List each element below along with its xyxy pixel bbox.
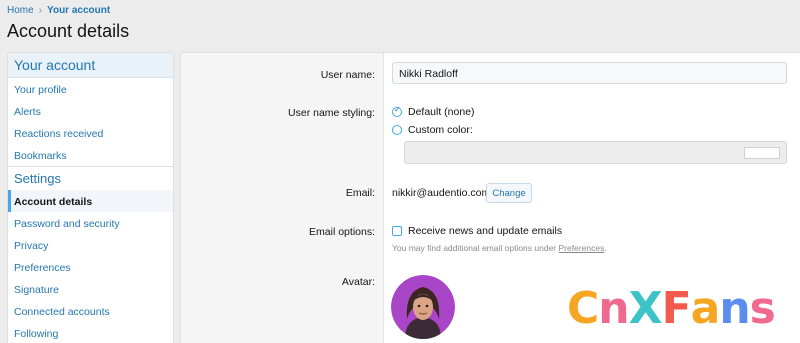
sidebar-item-signature[interactable]: Signature	[8, 278, 173, 300]
user-name-field[interactable]: Nikki Radloff	[392, 62, 787, 84]
sidebar-item-preferences[interactable]: Preferences	[8, 256, 173, 278]
sidebar-item-connected-accounts[interactable]: Connected accounts	[8, 300, 173, 322]
watermark-letter: X	[628, 283, 663, 334]
avatar[interactable]	[391, 275, 455, 339]
watermark-letter: s	[749, 283, 776, 334]
watermark-letter: n	[598, 283, 629, 334]
account-sidebar: Your account Your profile Alerts Reactio…	[7, 52, 174, 343]
email-value: nikkir@audentio.com	[392, 187, 491, 199]
watermark-letter: C	[567, 283, 599, 334]
custom-color-picker[interactable]	[404, 141, 787, 164]
checkbox-icon[interactable]	[392, 226, 402, 236]
sidebar-item-account-details[interactable]: Account details	[8, 190, 173, 212]
email-label: Email:	[345, 187, 375, 199]
sidebar-item-reactions-received[interactable]: Reactions received	[8, 122, 173, 144]
breadcrumb-current[interactable]: Your account	[47, 5, 110, 16]
sidebar-item-alerts[interactable]: Alerts	[8, 100, 173, 122]
styling-custom-label: Custom color:	[408, 124, 473, 136]
sidebar-item-privacy[interactable]: Privacy	[8, 234, 173, 256]
email-options-label: Email options:	[309, 226, 375, 238]
user-name-styling-label: User name styling:	[288, 107, 375, 119]
email-options-hint: You may find additional email options un…	[392, 243, 607, 253]
user-name-label: User name:	[320, 69, 375, 81]
sidebar-section-settings: Settings	[8, 166, 173, 190]
radio-checked-icon[interactable]	[392, 105, 402, 117]
receive-news-label: Receive news and update emails	[408, 225, 563, 237]
breadcrumb: Home › Your account	[7, 5, 110, 16]
breadcrumb-home[interactable]: Home	[7, 5, 34, 16]
hint-suffix: .	[604, 243, 607, 253]
chevron-right-icon: ›	[38, 5, 43, 16]
sidebar-item-your-profile[interactable]: Your profile	[8, 78, 173, 100]
cnxfans-watermark-logo: CnXFans	[567, 283, 776, 334]
preferences-link[interactable]: Preferences	[559, 243, 605, 253]
radio-icon[interactable]	[392, 125, 402, 135]
styling-default-option[interactable]: Default (none)	[392, 105, 475, 118]
avatar-image	[391, 275, 455, 339]
sidebar-header[interactable]: Your account	[8, 53, 173, 78]
sidebar-item-following[interactable]: Following	[8, 322, 173, 343]
watermark-letter: F	[661, 283, 692, 334]
hint-text: You may find additional email options un…	[392, 243, 559, 253]
watermark-letter: n	[719, 283, 750, 334]
sidebar-item-bookmarks[interactable]: Bookmarks	[8, 144, 173, 166]
avatar-label: Avatar:	[341, 276, 375, 288]
sidebar-item-password-security[interactable]: Password and security	[8, 212, 173, 234]
styling-default-label: Default (none)	[408, 106, 475, 118]
watermark-letter: a	[690, 283, 721, 334]
styling-custom-option[interactable]: Custom color:	[392, 124, 473, 136]
color-swatch[interactable]	[744, 147, 780, 159]
page-title: Account details	[7, 21, 130, 41]
receive-news-option[interactable]: Receive news and update emails	[392, 225, 562, 237]
change-email-button[interactable]: Change	[486, 183, 532, 203]
